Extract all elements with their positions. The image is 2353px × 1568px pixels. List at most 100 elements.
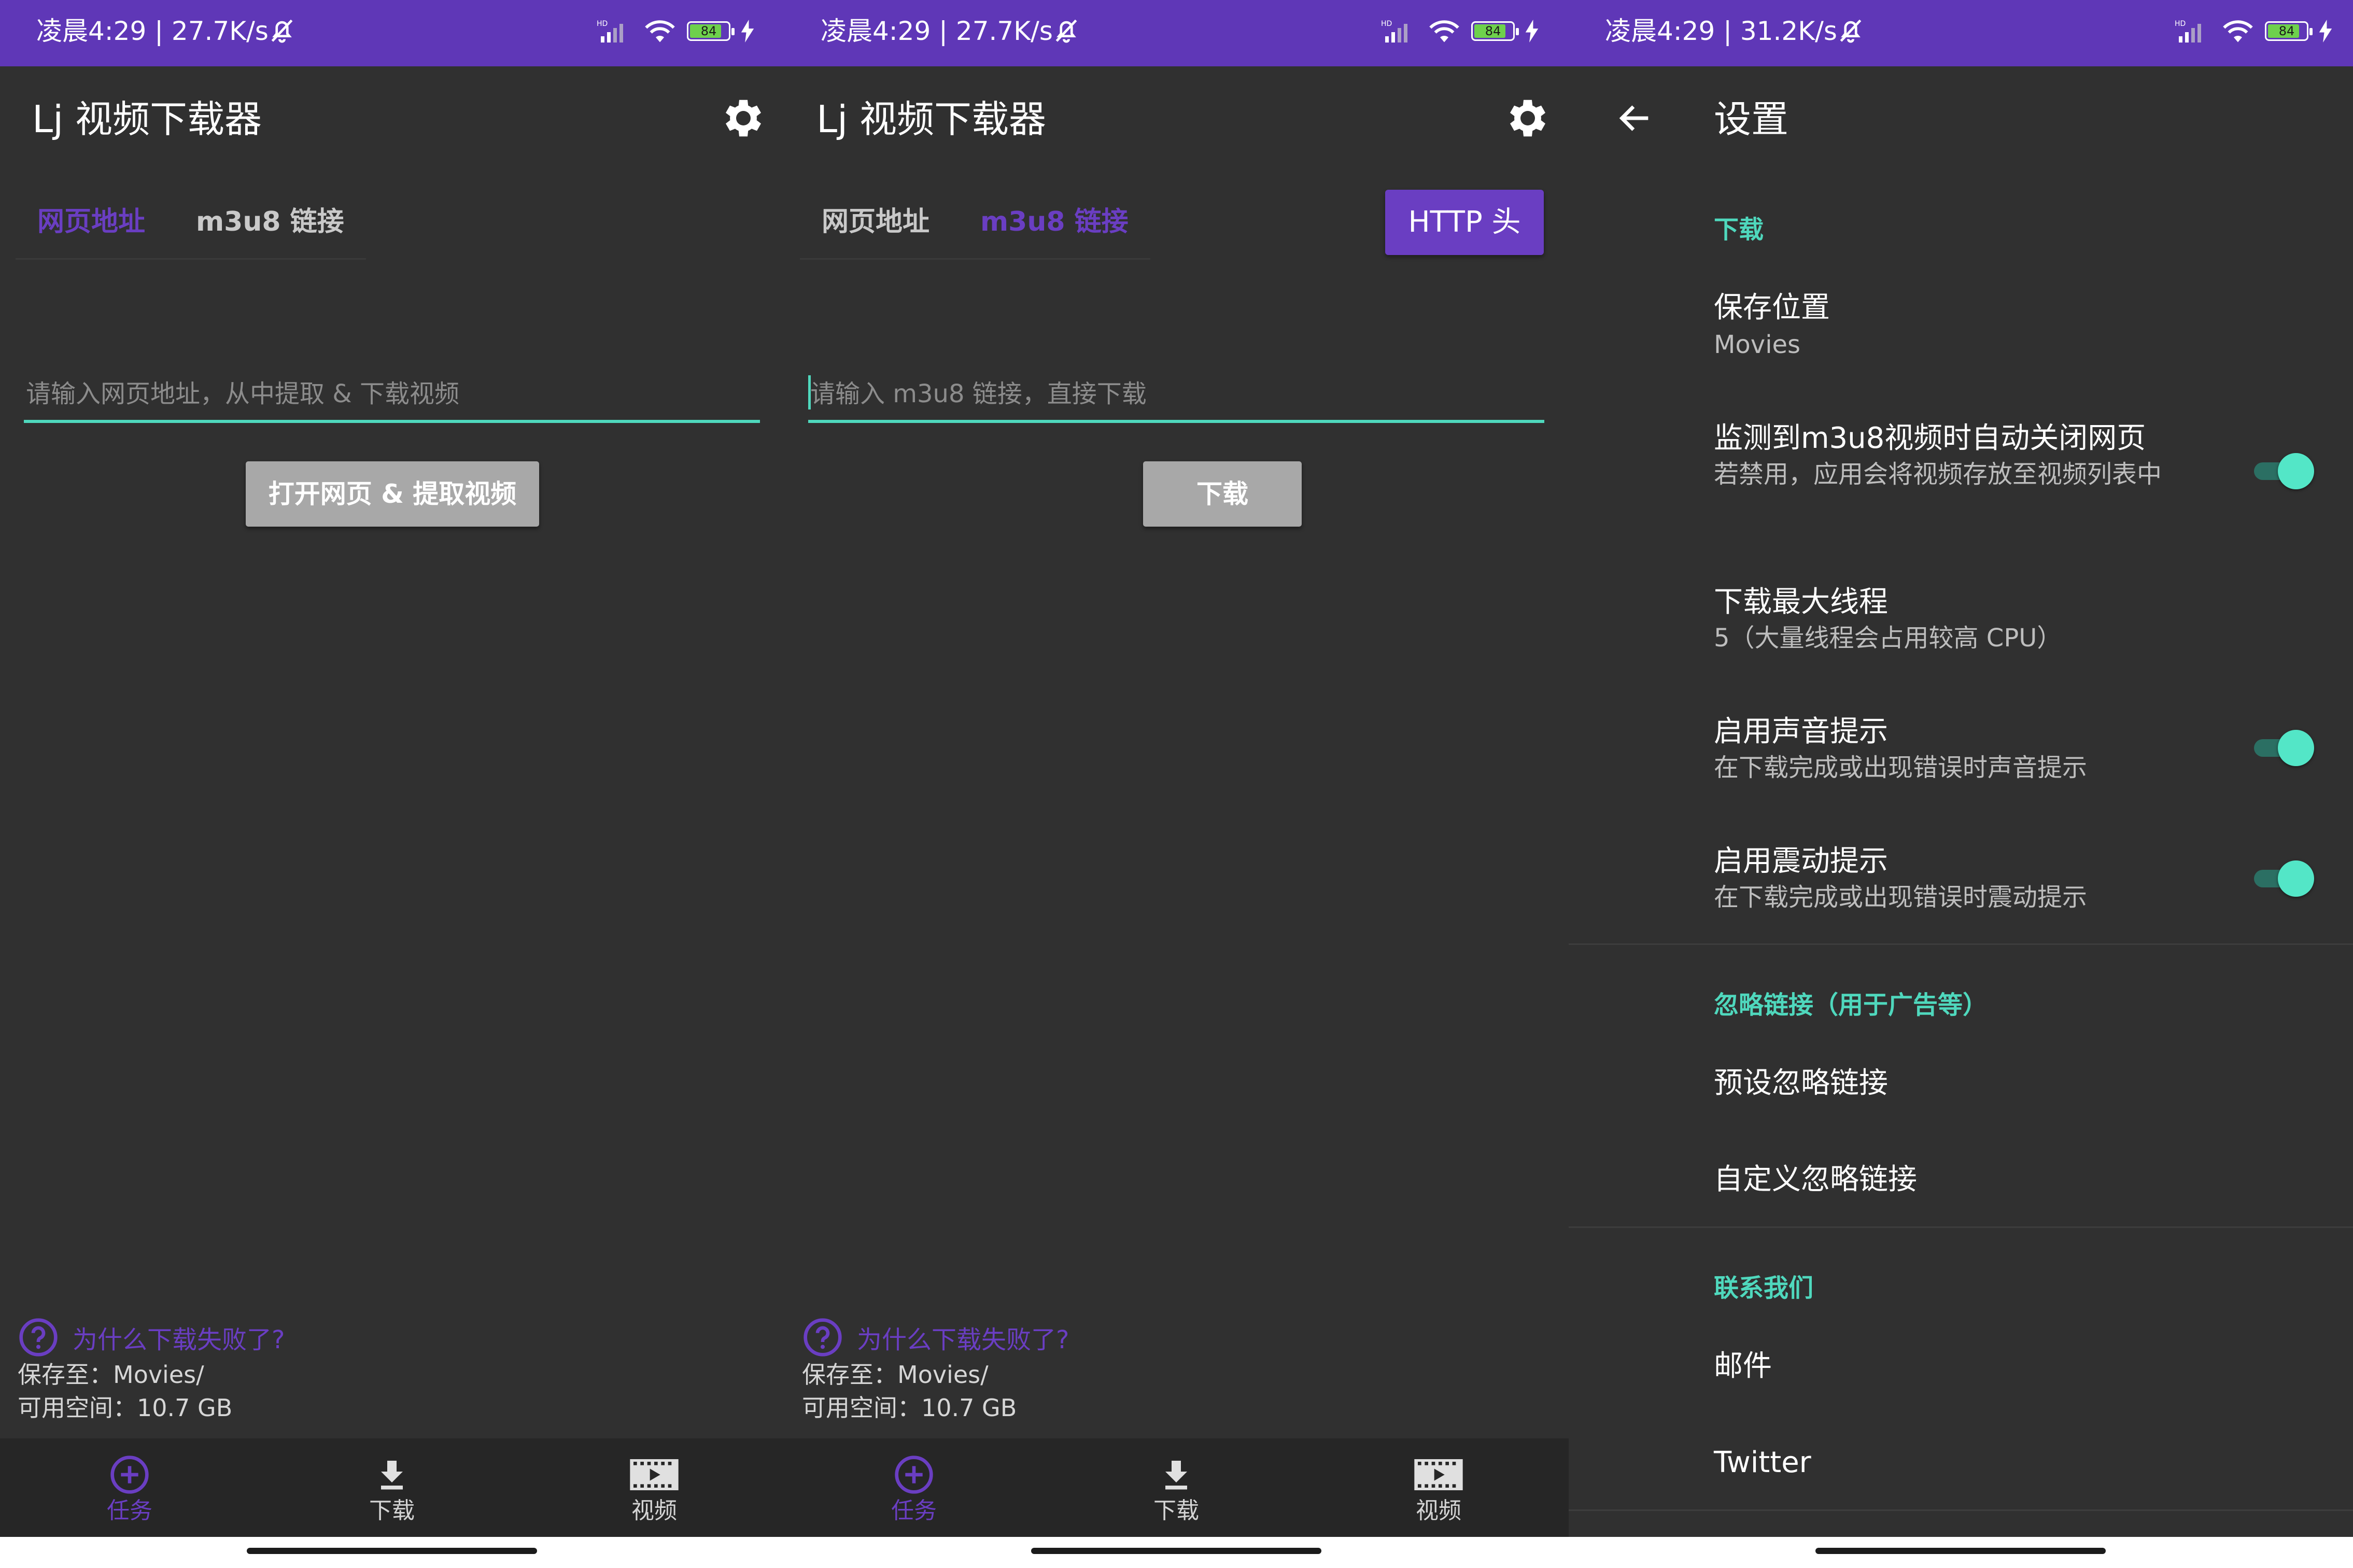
- charging-icon: [2319, 20, 2332, 43]
- settings-title: 设置: [1714, 97, 1789, 141]
- tab-m3u8-link[interactable]: m3u8 链接: [980, 201, 1129, 243]
- screen-m3u8-tab: 凌晨4:29 | 27.7K/s HD 84 Lj 视频下载器 网页地址 m3u…: [784, 0, 1569, 1568]
- add-circle-icon: [895, 1456, 933, 1494]
- help-circle-icon: [19, 1318, 58, 1357]
- hd-signal-icon: HD: [597, 20, 623, 43]
- charging-icon: [1525, 20, 1539, 43]
- tab-m3u8-link[interactable]: m3u8 链接: [196, 201, 344, 243]
- hd-signal-icon: HD: [2175, 20, 2201, 43]
- status-icons: HD 84: [597, 18, 754, 45]
- divider: [1569, 1509, 2353, 1511]
- m3u8-link-field[interactable]: [808, 368, 1544, 423]
- film-icon: [630, 1459, 679, 1490]
- text-cursor: [808, 375, 811, 409]
- battery-level: 84: [2278, 24, 2295, 38]
- sound-toggle[interactable]: [2249, 727, 2316, 768]
- section-download: 下载: [1714, 215, 1764, 244]
- help-circle-icon: [804, 1318, 842, 1357]
- contact-twitter[interactable]: Twitter: [1714, 1443, 1811, 1482]
- status-icons: HD 84: [2175, 18, 2332, 45]
- nav-videos-label: 视频: [631, 1498, 677, 1524]
- settings-gear-icon[interactable]: [718, 93, 768, 143]
- nav-downloads[interactable]: 下载: [314, 1438, 470, 1537]
- sound-title: 启用声音提示: [1714, 715, 1888, 748]
- battery-level: 84: [1485, 24, 1501, 38]
- help-link[interactable]: 为什么下载失败了?: [18, 1317, 285, 1358]
- bottom-nav: 任务 下载 视频: [0, 1438, 784, 1537]
- help-link[interactable]: 为什么下载失败了?: [802, 1317, 1069, 1358]
- save-to-text: 保存至：Movies/: [18, 1361, 204, 1389]
- add-circle-icon: [110, 1456, 149, 1494]
- http-headers-button[interactable]: HTTP 头: [1385, 190, 1544, 255]
- status-time-speed: 凌晨4:29 | 31.2K/s: [1605, 16, 1837, 46]
- settings-gear-icon[interactable]: [1503, 93, 1553, 143]
- wifi-icon: [645, 20, 675, 43]
- preset-ignore-links[interactable]: 预设忽略链接: [1714, 1064, 1888, 1103]
- nav-downloads-label: 下载: [1153, 1498, 1199, 1524]
- section-ignore-links: 忽略链接（用于广告等）: [1714, 991, 1988, 1020]
- status-time-speed: 凌晨4:29 | 27.7K/s: [821, 16, 1053, 46]
- tab-webpage-url[interactable]: 网页地址: [822, 201, 929, 243]
- tab-webpage-url[interactable]: 网页地址: [37, 201, 145, 243]
- bell-off-icon: [1055, 19, 1077, 43]
- status-icons: HD 84: [1381, 18, 1539, 45]
- nav-downloads-label: 下载: [369, 1498, 415, 1524]
- nav-tasks[interactable]: 任务: [52, 1438, 207, 1537]
- max-threads-title: 下载最大线程: [1714, 585, 1888, 619]
- webpage-url-field[interactable]: [24, 368, 760, 423]
- app-title: Lj 视频下载器: [32, 97, 262, 141]
- help-text: 为什么下载失败了?: [73, 1325, 285, 1354]
- download-button[interactable]: 下载: [1143, 461, 1302, 527]
- status-bar: 凌晨4:29 | 31.2K/s HD 84: [1569, 0, 2353, 66]
- nav-downloads[interactable]: 下载: [1098, 1438, 1254, 1537]
- vibrate-toggle[interactable]: [2249, 857, 2316, 899]
- free-space-text: 可用空间：10.7 GB: [18, 1394, 233, 1422]
- auto-close-desc: 若禁用，应用会将视频存放至视频列表中: [1714, 460, 2162, 489]
- save-location-value: Movies: [1714, 330, 1801, 359]
- wifi-icon: [2223, 20, 2253, 43]
- download-icon: [1165, 1461, 1187, 1490]
- webpage-url-input[interactable]: [24, 368, 760, 420]
- nav-videos[interactable]: 视频: [576, 1438, 732, 1537]
- battery-icon: 84: [687, 21, 735, 41]
- free-space-text: 可用空间：10.7 GB: [802, 1394, 1017, 1422]
- section-contact: 联系我们: [1714, 1274, 1814, 1303]
- bell-off-icon: [271, 19, 293, 43]
- tab-divider: [16, 258, 366, 260]
- nav-tasks-label: 任务: [891, 1498, 937, 1524]
- screen-webpage-tab: 凌晨4:29 | 27.7K/s HD 84 Lj 视频下载器 网页地址 m3u…: [0, 0, 784, 1568]
- bottom-nav: 任务 下载 视频: [784, 1438, 1569, 1537]
- save-location-title: 保存位置: [1714, 291, 1830, 324]
- contact-email[interactable]: 邮件: [1714, 1347, 1772, 1386]
- sound-desc: 在下载完成或出现错误时声音提示: [1714, 753, 2088, 782]
- svg-text:HD: HD: [2175, 20, 2186, 28]
- vibrate-desc: 在下载完成或出现错误时震动提示: [1714, 883, 2088, 912]
- nav-videos-label: 视频: [1416, 1498, 1461, 1524]
- m3u8-link-input[interactable]: [808, 368, 1544, 420]
- home-indicator[interactable]: [247, 1548, 537, 1554]
- custom-ignore-links[interactable]: 自定义忽略链接: [1714, 1160, 1917, 1199]
- home-indicator[interactable]: [1031, 1548, 1321, 1554]
- help-text: 为什么下载失败了?: [857, 1325, 1069, 1354]
- hd-signal-icon: HD: [1381, 20, 1407, 43]
- home-indicator[interactable]: [1815, 1548, 2106, 1554]
- nav-tasks[interactable]: 任务: [836, 1438, 992, 1537]
- nav-tasks-label: 任务: [107, 1498, 152, 1524]
- bell-off-icon: [1840, 19, 1862, 43]
- battery-icon: 84: [1471, 21, 1519, 41]
- open-and-extract-button[interactable]: 打开网页 & 提取视频: [246, 461, 539, 527]
- vibrate-title: 启用震动提示: [1714, 844, 1888, 878]
- app-title: Lj 视频下载器: [816, 97, 1047, 141]
- screen-settings: 凌晨4:29 | 31.2K/s HD 84 设置 下载 保存位置 Movies…: [1569, 0, 2353, 1568]
- back-arrow-icon[interactable]: [1615, 98, 1655, 138]
- auto-close-toggle[interactable]: [2249, 450, 2316, 491]
- film-icon: [1414, 1459, 1463, 1490]
- auto-close-title: 监测到m3u8视频时自动关闭网页: [1714, 421, 2146, 455]
- charging-icon: [741, 20, 754, 43]
- svg-text:HD: HD: [1381, 20, 1392, 28]
- svg-text:HD: HD: [597, 20, 608, 28]
- status-time-speed: 凌晨4:29 | 27.7K/s: [36, 16, 269, 46]
- battery-level: 84: [700, 24, 717, 38]
- tab-divider: [800, 258, 1150, 260]
- nav-videos[interactable]: 视频: [1361, 1438, 1516, 1537]
